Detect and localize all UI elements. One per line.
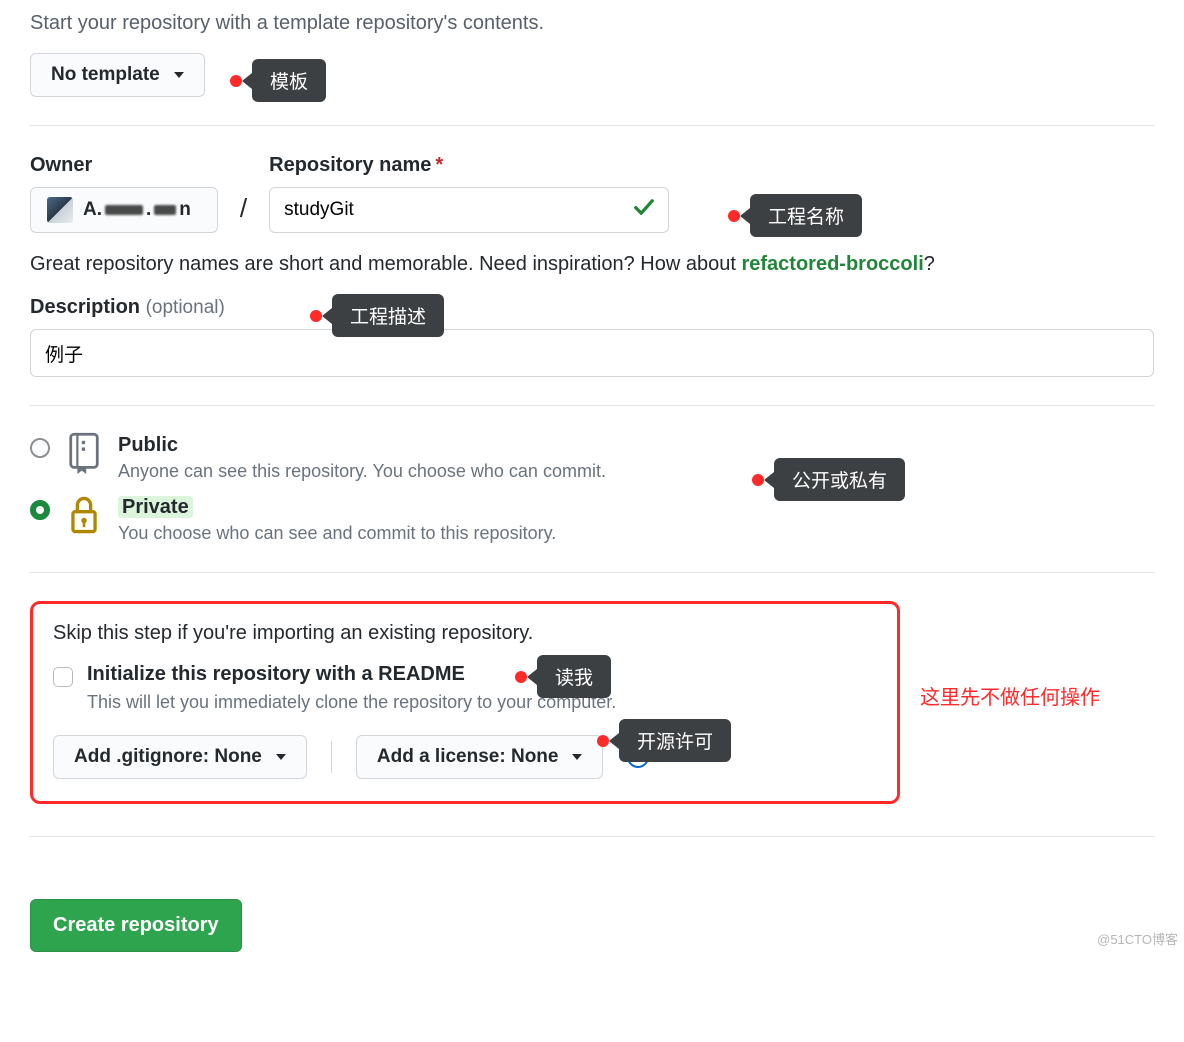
owner-label: Owner — [30, 154, 218, 177]
divider — [30, 125, 1154, 126]
create-repository-button[interactable]: Create repository — [30, 899, 242, 952]
info-icon[interactable]: i — [627, 746, 649, 768]
avatar — [47, 197, 73, 223]
gitignore-select-button[interactable]: Add .gitignore: None — [53, 735, 307, 779]
visibility-private-option[interactable]: Private You choose who can see and commi… — [30, 496, 1154, 544]
divider — [30, 405, 1154, 406]
template-hint: Start your repository with a template re… — [30, 12, 1154, 35]
chevron-down-icon — [572, 754, 582, 760]
watermark: @51CTO博客 — [1097, 929, 1178, 948]
readme-desc: This will let you immediately clone the … — [87, 692, 616, 713]
vertical-divider — [331, 741, 332, 773]
annotation-repo-name: 工程名称 — [728, 194, 862, 237]
visibility-public-option[interactable]: Public Anyone can see this repository. Y… — [30, 434, 1154, 482]
template-select-button[interactable]: No template — [30, 53, 205, 97]
visibility-private-title: Private — [118, 496, 193, 518]
readme-checkbox[interactable] — [53, 667, 73, 687]
visibility-private-desc: You choose who can see and commit to thi… — [118, 523, 556, 544]
annotation-template: 模板 — [230, 59, 326, 102]
divider — [30, 572, 1154, 573]
divider — [30, 836, 1154, 837]
owner-name: A..n — [83, 199, 191, 221]
chevron-down-icon — [276, 754, 286, 760]
repo-public-icon — [66, 432, 102, 474]
chevron-down-icon — [174, 72, 184, 78]
radio-public[interactable] — [30, 438, 50, 458]
visibility-public-desc: Anyone can see this repository. You choo… — [118, 461, 606, 482]
side-note: 这里先不做任何操作 — [920, 681, 1100, 710]
lock-icon — [66, 494, 102, 536]
gitignore-label: Add .gitignore: None — [74, 746, 262, 768]
license-select-button[interactable]: Add a license: None — [356, 735, 604, 779]
init-section: Skip this step if you're importing an ex… — [30, 601, 900, 804]
license-label: Add a license: None — [377, 746, 559, 768]
template-select-label: No template — [51, 64, 160, 86]
visibility-public-title: Public — [118, 434, 606, 457]
owner-select[interactable]: A..n — [30, 187, 218, 233]
separator-slash: / — [236, 193, 251, 224]
radio-private[interactable] — [30, 500, 50, 520]
repo-name-label: Repository name* — [269, 154, 669, 177]
annotation-license: 开源许可 — [597, 719, 731, 762]
readme-title: Initialize this repository with a README — [87, 663, 616, 686]
repo-name-input[interactable] — [269, 187, 669, 233]
check-icon — [633, 196, 655, 224]
description-label: Description (optional) — [30, 296, 1154, 319]
init-skip-text: Skip this step if you're importing an ex… — [53, 622, 877, 645]
repo-name-suggestion[interactable]: refactored-broccoli — [741, 253, 923, 275]
repo-name-hint: Great repository names are short and mem… — [30, 253, 1154, 276]
description-input[interactable] — [30, 329, 1154, 377]
